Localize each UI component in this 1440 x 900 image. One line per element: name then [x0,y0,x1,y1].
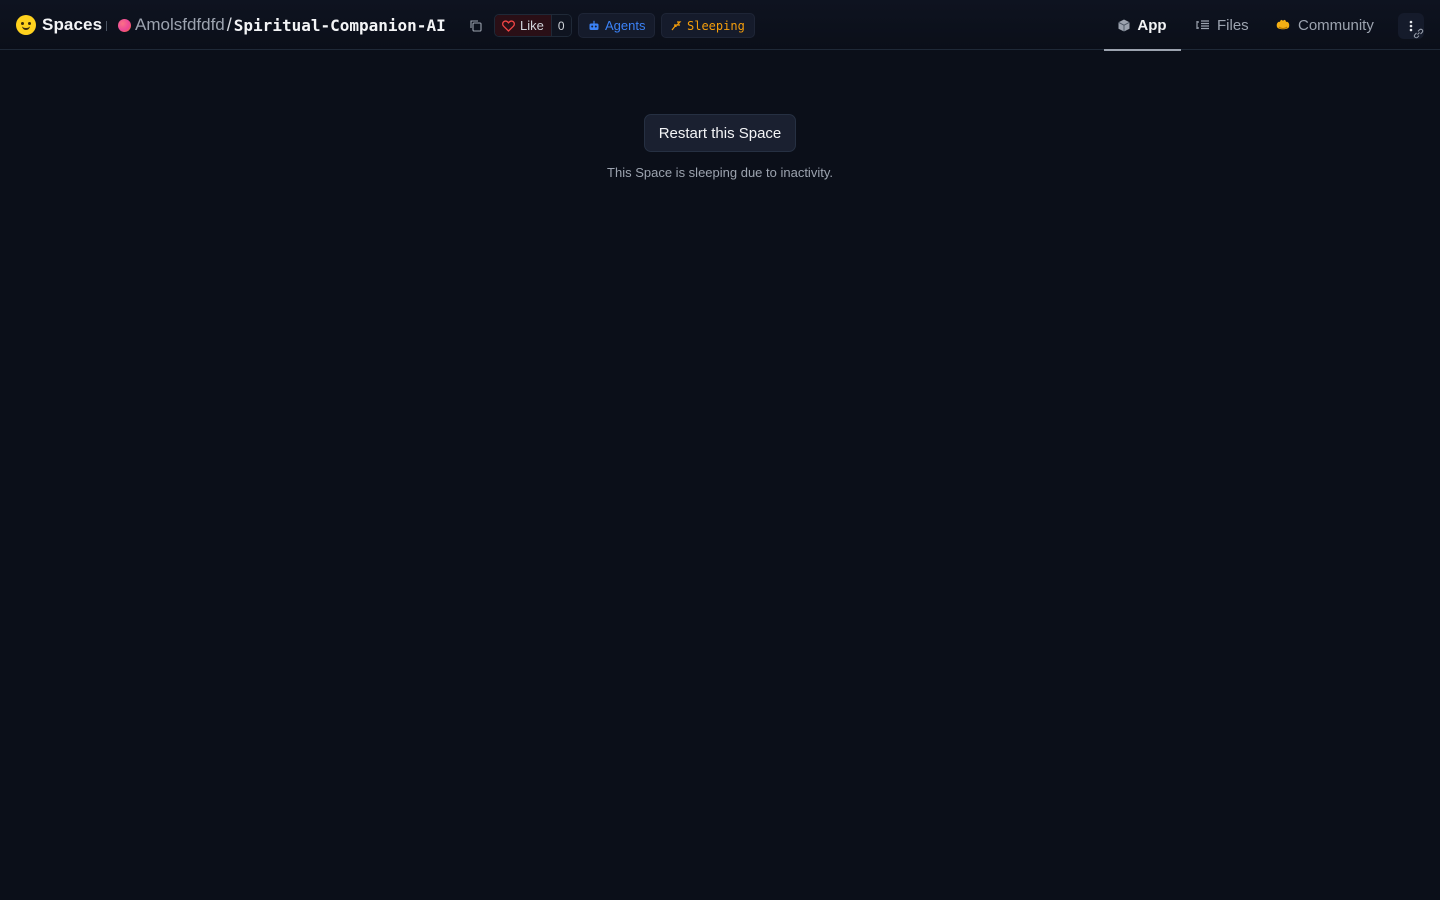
files-icon [1196,20,1209,30]
tab-app[interactable]: App [1104,0,1181,51]
brand-label: Spaces [42,15,103,34]
like-group: Like 0 [494,14,572,37]
repo-name-link[interactable]: Spiritual-Companion-AI [234,16,446,35]
tab-community-label: Community [1298,16,1374,34]
tab-community[interactable]: Community [1275,0,1374,50]
like-button[interactable]: Like [495,15,551,36]
header-divider [106,21,107,31]
sleeping-label: Sleeping [687,18,745,33]
like-count[interactable]: 0 [550,15,571,36]
tab-files[interactable]: Files [1196,0,1249,50]
tab-app-label: App [1137,16,1167,34]
like-label: Like [520,18,544,33]
owner-link[interactable]: Amolsfdfdfd [135,15,225,35]
agents-badge[interactable]: Agents [578,13,656,38]
sleeping-status-badge[interactable]: Sleeping [661,13,755,38]
restart-space-button[interactable]: Restart this Space [644,114,796,152]
copy-icon[interactable] [470,20,482,32]
heart-icon [502,20,515,32]
tab-files-label: Files [1217,16,1249,34]
breadcrumb-separator: / [226,14,232,35]
link-icon [1413,28,1424,39]
sleep-icon [671,21,682,31]
robot-icon [589,20,599,30]
hugging-face-logo-icon [16,15,36,35]
community-icon [1276,19,1290,30]
owner-avatar[interactable] [118,18,131,32]
agents-label: Agents [605,18,646,33]
breadcrumb: Amolsfdfdfd / Spiritual-Companion-AI [118,13,446,37]
spaces-home-link[interactable]: Spaces [16,14,102,36]
top-header: Spaces Amolsfdfdfd / Spiritual-Companion… [0,0,1440,51]
cube-icon [1118,19,1131,31]
main-content: Restart this Space This Space is sleepin… [0,51,1440,900]
sleeping-message: This Space is sleeping due to inactivity… [607,165,833,180]
